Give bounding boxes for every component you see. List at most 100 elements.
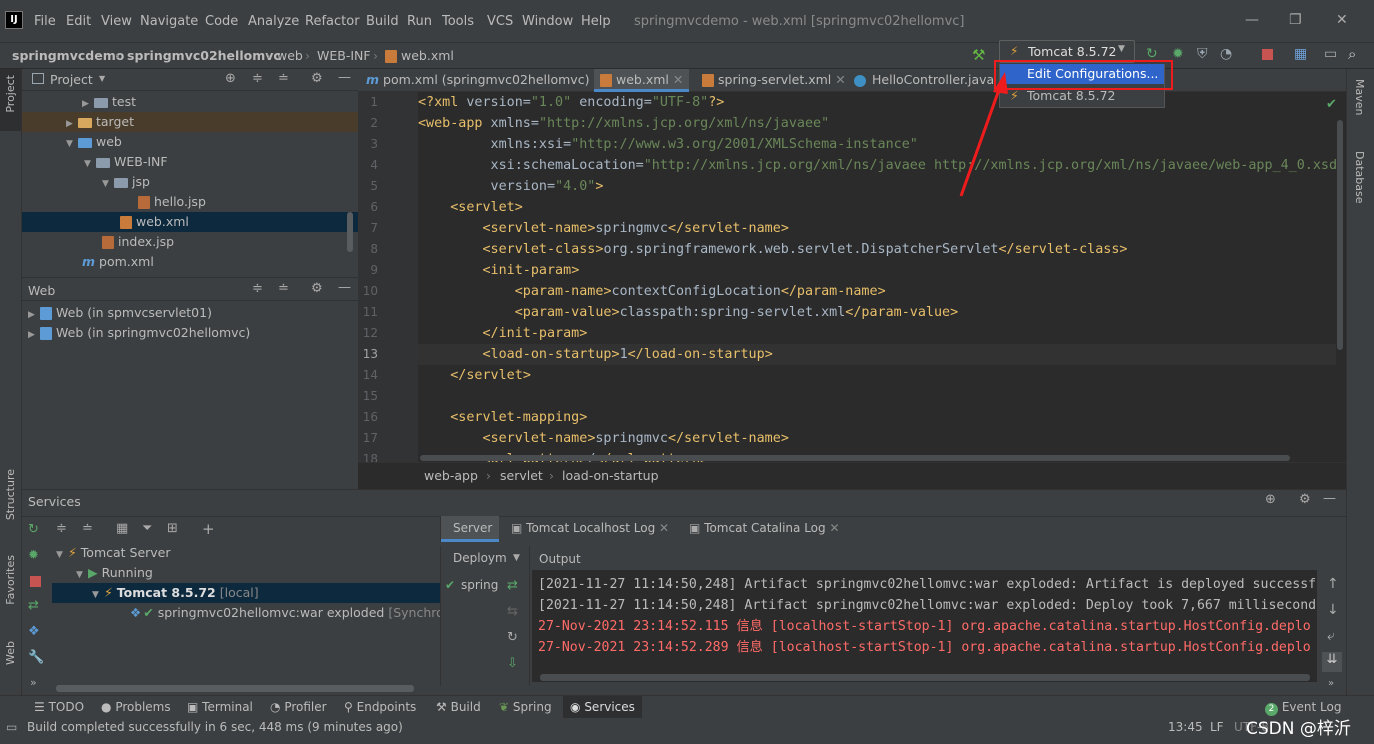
code-lines[interactable]: <?xml version="1.0" encoding="UTF-8"?> <w… bbox=[418, 92, 1336, 462]
expand-all-icon[interactable]: ≑ bbox=[252, 71, 263, 86]
settings-gear-icon[interactable]: ⚙ bbox=[311, 281, 323, 296]
menu-navigate[interactable]: Navigate bbox=[140, 14, 198, 29]
project-tool-tab[interactable]: Project bbox=[0, 69, 21, 131]
breadcrumb-module[interactable]: springmvc02hellomvc bbox=[127, 48, 281, 63]
down-arrow-icon[interactable]: ↓ bbox=[1327, 602, 1339, 618]
build-hammer-icon[interactable]: ⚒ bbox=[972, 46, 985, 64]
chevron-down-icon[interactable]: ▼ bbox=[102, 174, 114, 194]
status-message[interactable]: Build completed successfully in 6 sec, 4… bbox=[27, 720, 403, 734]
caret-position[interactable]: 13:45 bbox=[1168, 720, 1203, 734]
update-icon[interactable]: ⇩ bbox=[507, 656, 518, 671]
tool-build[interactable]: ⚒ Build bbox=[436, 700, 481, 714]
tree-item-jsp[interactable]: ▼ jsp bbox=[22, 172, 358, 192]
project-panel-title[interactable]: Project bbox=[50, 72, 93, 87]
chevron-down-icon[interactable]: ▼ bbox=[84, 154, 96, 174]
menu-help[interactable]: Help bbox=[581, 14, 611, 29]
tool-terminal[interactable]: ▣ Terminal bbox=[187, 700, 253, 714]
tree-item-hello-jsp[interactable]: hello.jsp bbox=[22, 192, 358, 212]
menu-window[interactable]: Window bbox=[522, 14, 573, 29]
tree-item-target[interactable]: ▶ target bbox=[22, 112, 358, 132]
rerun-icon[interactable]: ↻ bbox=[28, 522, 39, 537]
tree-item-test[interactable]: ▶ test bbox=[22, 92, 358, 112]
code-line[interactable]: <servlet-name>springmvc</servlet-name> bbox=[418, 218, 1336, 239]
menu-run[interactable]: Run bbox=[407, 14, 432, 29]
chevron-down-icon[interactable]: ▼ bbox=[56, 545, 68, 565]
add-icon[interactable]: + bbox=[202, 520, 215, 538]
code-line[interactable]: <servlet-class>org.springframework.web.s… bbox=[418, 239, 1336, 260]
menu-analyze[interactable]: Analyze bbox=[248, 14, 299, 29]
tree-item-index-jsp[interactable]: index.jsp bbox=[22, 232, 358, 252]
service-running[interactable]: ▼ ▶ Running bbox=[52, 563, 440, 583]
close-window-icon[interactable]: ✕ bbox=[1336, 12, 1348, 28]
chevron-right-icon[interactable]: ▶ bbox=[66, 114, 78, 134]
tool-problems[interactable]: ● Problems bbox=[101, 700, 171, 714]
menu-vcs[interactable]: VCS bbox=[487, 14, 513, 29]
deploy-icon[interactable]: ⇄ bbox=[28, 598, 39, 613]
wrench-icon[interactable]: 🔧 bbox=[28, 650, 44, 665]
code-editor[interactable]: <?xml version="1.0" encoding="UTF-8"?> <w… bbox=[418, 92, 1336, 462]
code-line[interactable]: <param-value>classpath:spring-servlet.xm… bbox=[418, 302, 1336, 323]
editor-horizontal-scrollbar[interactable] bbox=[420, 455, 1290, 461]
debug-icon[interactable]: ✹ bbox=[28, 548, 39, 563]
tab-pom-xml[interactable]: m pom.xml (springmvc02hellomvc) ✕ bbox=[360, 69, 610, 92]
coverage-icon[interactable]: ⛨ bbox=[1197, 46, 1208, 62]
line-separator[interactable]: LF bbox=[1210, 720, 1224, 734]
services-tree-scrollbar[interactable] bbox=[56, 685, 414, 692]
breadcrumb-webinf[interactable]: WEB-INF bbox=[317, 48, 371, 63]
web-tool-label[interactable]: Web bbox=[4, 641, 17, 665]
breadcrumb-project[interactable]: springmvcdemo bbox=[12, 48, 124, 63]
deploy-icon[interactable]: ⇄ bbox=[507, 578, 518, 593]
code-line[interactable]: <init-param> bbox=[418, 260, 1336, 281]
close-tab-icon[interactable]: ✕ bbox=[673, 72, 683, 87]
collapse-all-icon[interactable]: ≐ bbox=[82, 521, 93, 536]
chevron-down-icon[interactable]: ▼ bbox=[513, 553, 520, 563]
menu-file[interactable]: File bbox=[34, 14, 56, 29]
stop-icon[interactable] bbox=[30, 576, 41, 587]
crumb-load-on-startup[interactable]: load-on-startup bbox=[562, 468, 659, 483]
project-tree-scrollbar[interactable] bbox=[347, 212, 353, 252]
hide-panel-icon[interactable]: — bbox=[338, 280, 351, 295]
tree-item-web[interactable]: ▼ web bbox=[22, 132, 358, 152]
tab-spring-servlet-xml[interactable]: spring-servlet.xml ✕ bbox=[696, 69, 852, 92]
maven-tool-label[interactable]: Maven bbox=[1353, 79, 1366, 115]
close-tab-icon[interactable]: ✕ bbox=[835, 72, 845, 87]
stop-icon[interactable] bbox=[1262, 49, 1273, 60]
service-artifact[interactable]: ❖ ✔ springmvc02hellomvc:war exploded [Sync… bbox=[52, 603, 440, 623]
breadcrumb-file[interactable]: web.xml bbox=[401, 48, 454, 63]
new-tab-icon[interactable]: ⊞ bbox=[167, 521, 178, 536]
debug-icon[interactable]: ✹ bbox=[1172, 46, 1184, 62]
chevron-down-icon[interactable]: ▼ bbox=[92, 585, 104, 605]
tool-services[interactable]: ◉ Services bbox=[563, 696, 642, 718]
code-line[interactable]: <servlet> bbox=[418, 197, 1336, 218]
tab-web-xml[interactable]: web.xml ✕ bbox=[594, 69, 690, 92]
tool-profiler[interactable]: ◔ Profiler bbox=[270, 700, 327, 714]
chevron-right-icon[interactable]: ▶ bbox=[28, 305, 40, 325]
editor-vertical-scrollbar[interactable] bbox=[1337, 120, 1343, 350]
code-line[interactable]: xmlns:xsi="http://www.w3.org/2001/XMLSch… bbox=[418, 134, 1336, 155]
tab-catalina-log[interactable]: ▣ Tomcat Catalina Log ✕ bbox=[689, 521, 840, 535]
hide-panel-icon[interactable]: — bbox=[1323, 491, 1336, 506]
code-line[interactable]: <param-name>contextConfigLocation</param… bbox=[418, 281, 1336, 302]
code-line[interactable]: <web-app xmlns="http://xmlns.jcp.org/xml… bbox=[418, 113, 1336, 134]
scroll-to-end-icon[interactable]: ⇊ bbox=[1322, 652, 1342, 672]
project-structure-icon[interactable]: ▦ bbox=[1294, 46, 1307, 62]
up-arrow-icon[interactable]: ↑ bbox=[1327, 576, 1339, 592]
artifact-icon[interactable]: ❖ bbox=[28, 624, 40, 639]
settings-gear-icon[interactable]: ⚙ bbox=[1299, 492, 1311, 507]
expand-all-icon[interactable]: ≑ bbox=[252, 281, 263, 296]
code-line[interactable]: <servlet-mapping> bbox=[418, 407, 1336, 428]
tool-spring[interactable]: ❦ Spring bbox=[499, 700, 552, 714]
search-icon[interactable]: ⌕ bbox=[1348, 45, 1356, 63]
soft-wrap-icon[interactable]: ⤶ bbox=[1327, 628, 1335, 644]
console-scrollbar[interactable] bbox=[540, 674, 1310, 681]
tab-server[interactable]: Server bbox=[441, 516, 499, 542]
chevron-down-icon[interactable]: ▼ bbox=[99, 74, 105, 83]
close-tab-icon[interactable]: ✕ bbox=[829, 521, 839, 535]
menu-code[interactable]: Code bbox=[205, 14, 238, 29]
restore-icon[interactable]: ❐ bbox=[1289, 12, 1302, 28]
favorites-tool-label[interactable]: Favorites bbox=[4, 555, 17, 605]
collapse-all-icon[interactable]: ≐ bbox=[278, 281, 289, 296]
tab-localhost-log[interactable]: ▣ Tomcat Localhost Log ✕ bbox=[511, 521, 669, 535]
minimize-icon[interactable]: — bbox=[1245, 12, 1259, 28]
code-line[interactable]: xsi:schemaLocation="http://xmlns.jcp.org… bbox=[418, 155, 1336, 176]
